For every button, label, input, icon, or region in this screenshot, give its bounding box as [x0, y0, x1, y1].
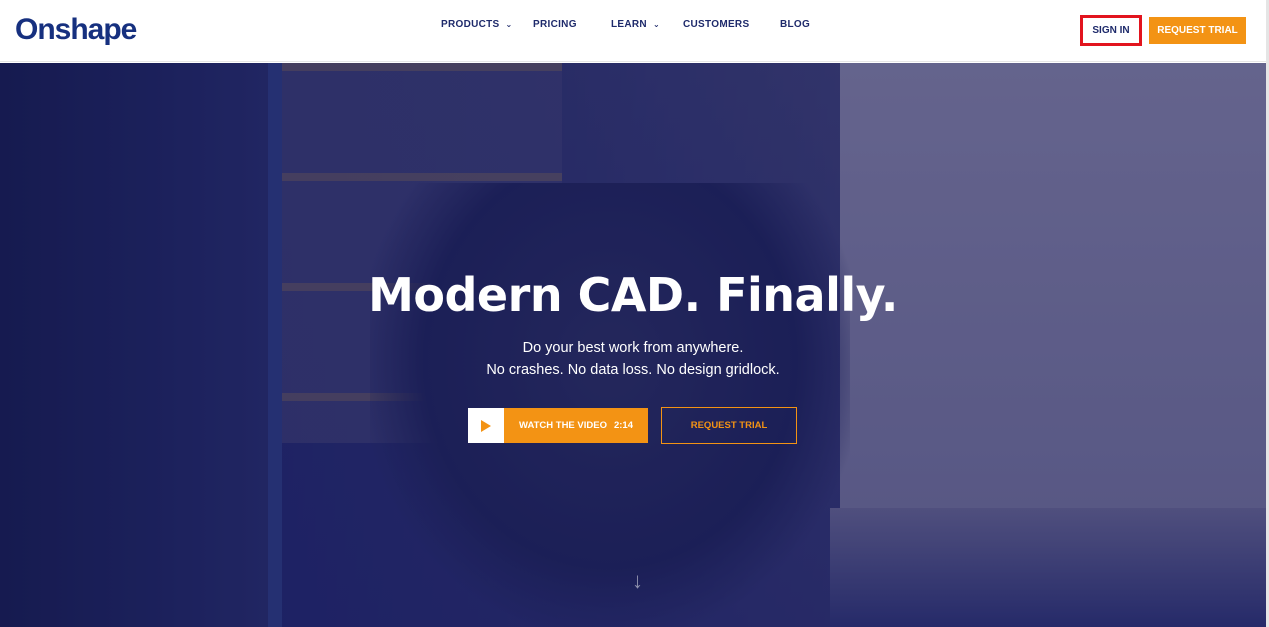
hero-subtitle-line-2: No crashes. No data loss. No design grid… [486, 362, 780, 378]
video-duration: 2:14 [613, 420, 633, 431]
nav-customers-label: CUSTOMERS [683, 18, 750, 30]
request-trial-header-button[interactable]: REQUEST TRIAL [1149, 17, 1246, 44]
scroll-down-icon[interactable]: ↓ [632, 568, 643, 594]
nav-learn[interactable]: LEARN ⌄ [611, 19, 660, 30]
play-icon [481, 419, 491, 432]
onshape-logo[interactable]: Onshape [15, 13, 137, 47]
watch-video-button[interactable]: WATCH THE VIDEO 2:14 [468, 408, 648, 443]
request-trial-hero-button[interactable]: REQUEST TRIAL [661, 407, 797, 444]
chevron-down-icon: ⌄ [505, 19, 513, 29]
chevron-down-icon: ⌄ [652, 19, 660, 29]
nav-pricing-label: PRICING [533, 18, 577, 30]
nav-products[interactable]: PRODUCTS ⌄ [441, 19, 513, 30]
play-icon-box [468, 408, 504, 443]
hero-section: Modern CAD. Finally. Do your best work f… [0, 63, 1269, 627]
hero-subtitle-line-1: Do your best work from anywhere. [522, 340, 744, 356]
watch-video-label: WATCH THE VIDEO [519, 420, 607, 431]
nav-blog[interactable]: BLOG [780, 19, 810, 30]
sign-in-button[interactable]: SIGN IN [1080, 15, 1142, 46]
watch-video-label-box: WATCH THE VIDEO 2:14 [504, 408, 648, 443]
site-header: Onshape PRODUCTS ⌄ PRICING LEARN ⌄ CUSTO… [0, 0, 1269, 62]
hero-title: Modern CAD. Finally. [368, 268, 898, 322]
nav-pricing[interactable]: PRICING [533, 19, 577, 30]
nav-customers[interactable]: CUSTOMERS [683, 19, 749, 30]
nav-blog-label: BLOG [780, 18, 811, 30]
nav-products-label: PRODUCTS [441, 18, 500, 30]
nav-learn-label: LEARN [611, 18, 647, 30]
